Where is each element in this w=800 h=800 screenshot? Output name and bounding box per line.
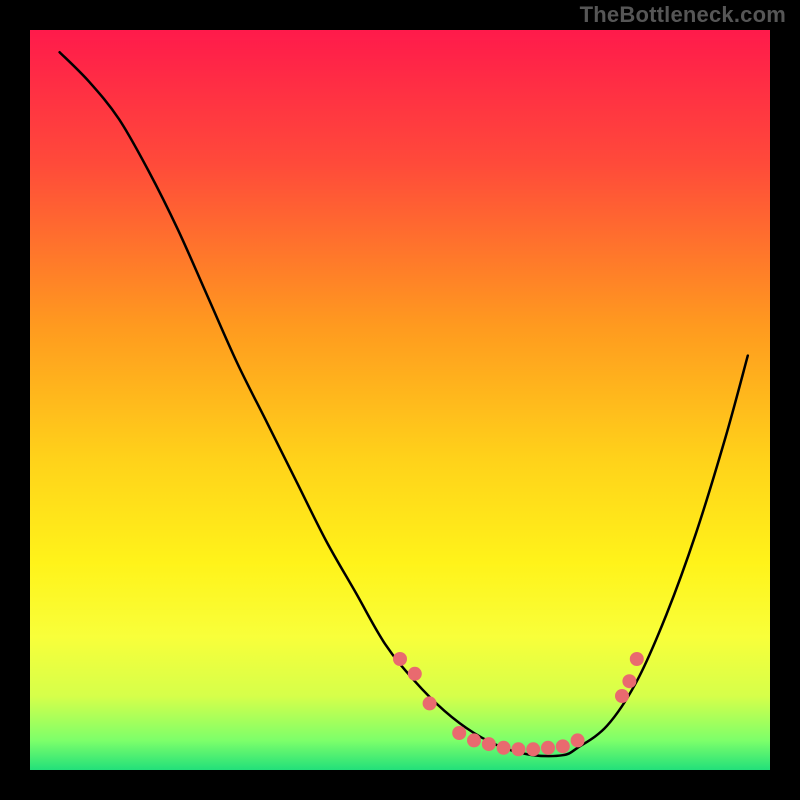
highlight-dot — [541, 741, 555, 755]
highlight-dot — [511, 742, 525, 756]
highlight-dot — [482, 737, 496, 751]
highlight-dot — [556, 739, 570, 753]
chart-frame: TheBottleneck.com — [0, 0, 800, 800]
highlight-dot — [423, 696, 437, 710]
highlight-dot — [467, 733, 481, 747]
highlight-dot — [615, 689, 629, 703]
chart-svg — [0, 0, 800, 800]
watermark-text: TheBottleneck.com — [580, 2, 786, 28]
highlight-dot — [452, 726, 466, 740]
highlight-dot — [630, 652, 644, 666]
highlight-dot — [393, 652, 407, 666]
highlight-dot — [408, 667, 422, 681]
highlight-dot — [622, 674, 636, 688]
highlight-dot — [571, 733, 585, 747]
highlight-dot — [497, 741, 511, 755]
highlight-dot — [526, 742, 540, 756]
